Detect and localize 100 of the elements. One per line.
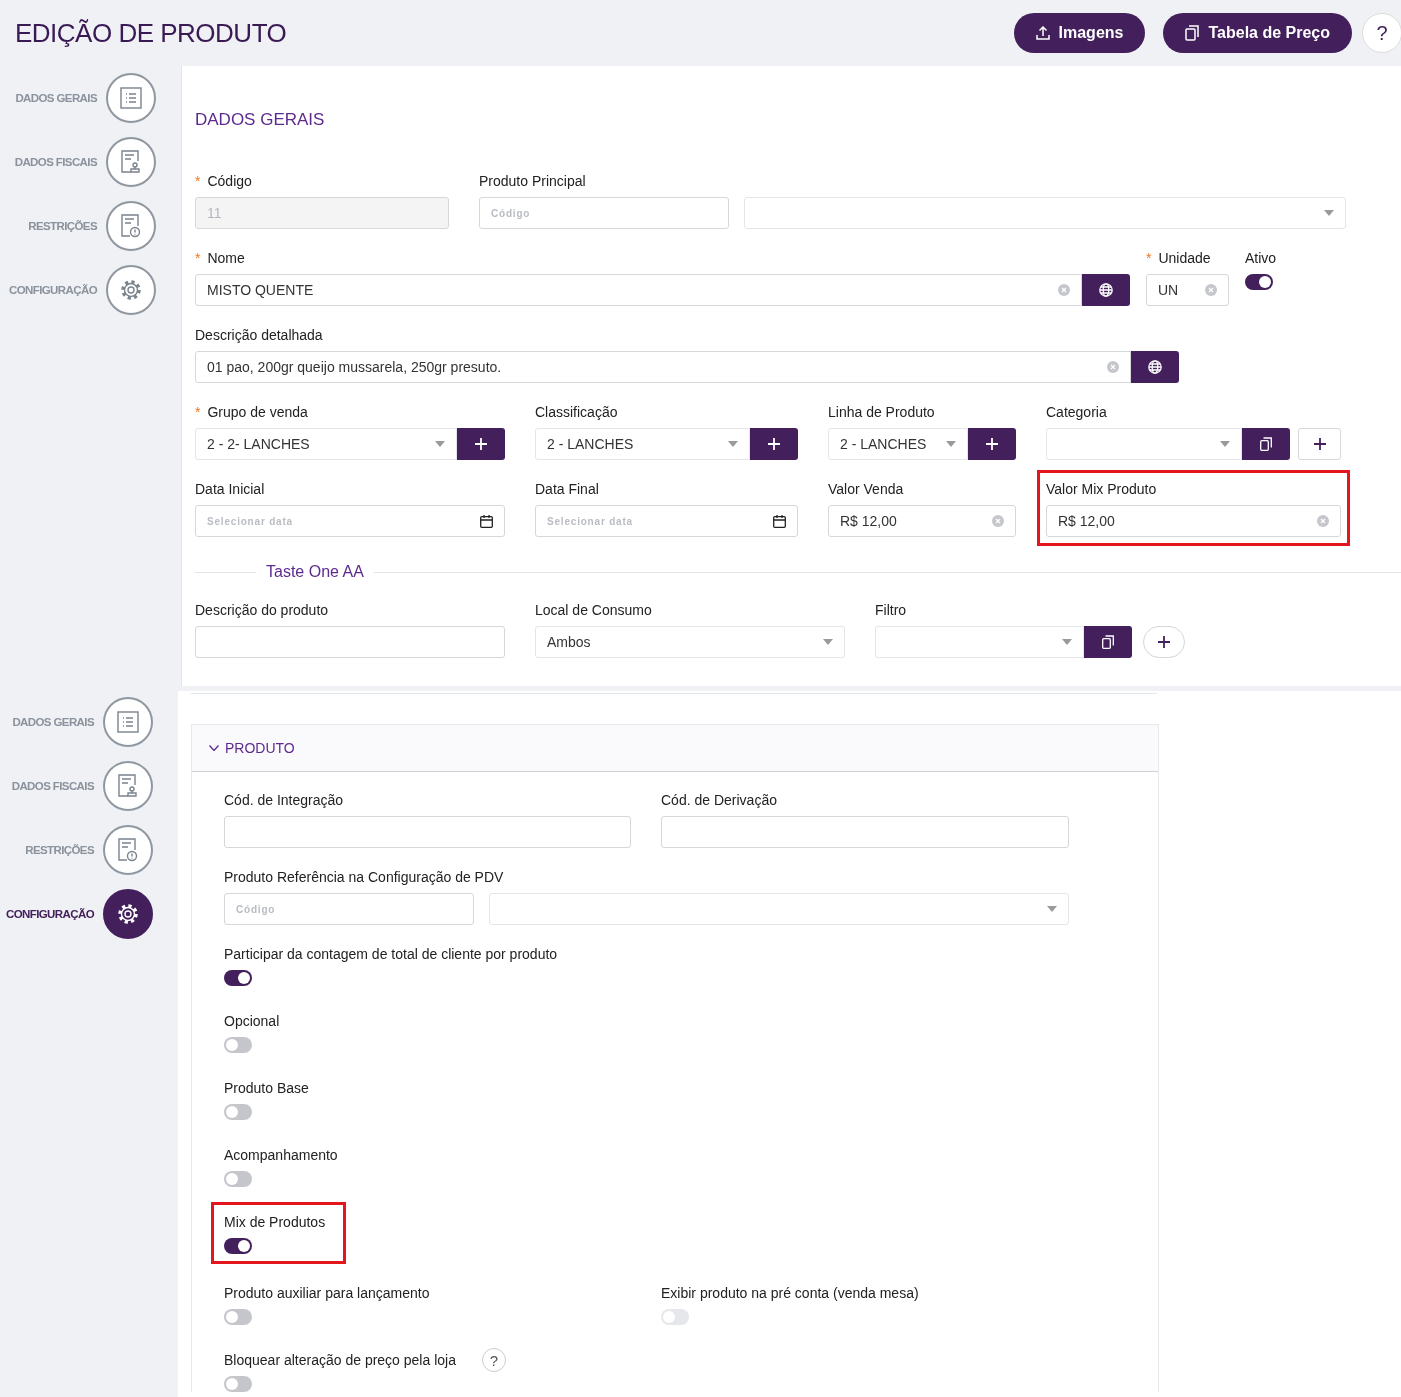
- text-field[interactable]: [224, 816, 631, 848]
- toggle-switch[interactable]: [224, 1104, 252, 1120]
- field-label: Data Inicial: [195, 481, 265, 497]
- upload-icon: [1035, 26, 1050, 40]
- caret-icon: [1324, 210, 1334, 216]
- accordion-header[interactable]: PRODUTO: [192, 725, 1158, 772]
- add-button[interactable]: [968, 428, 1016, 460]
- text-field[interactable]: [195, 626, 505, 658]
- field-label: Ativo: [1245, 250, 1277, 266]
- field-label: Bloquear alteração de preço pela loja: [224, 1352, 456, 1368]
- text-field[interactable]: MISTO QUENTE: [195, 274, 1082, 306]
- field-label: Mix de Produtos: [224, 1214, 326, 1230]
- copy-icon: [1102, 635, 1114, 649]
- globe-icon: [1148, 360, 1162, 374]
- field-label: Data Final: [535, 481, 599, 497]
- caret-icon: [435, 441, 445, 447]
- select-field[interactable]: 2 - LANCHES: [828, 428, 968, 460]
- plus-icon: [1313, 438, 1326, 450]
- help-button[interactable]: ?: [481, 1348, 506, 1372]
- select-field[interactable]: 2 - 2- LANCHES: [195, 428, 457, 460]
- section-title: DADOS GERAIS: [195, 110, 326, 130]
- text-field[interactable]: [661, 816, 1069, 848]
- field-label: Produto auxiliar para lançamento: [224, 1285, 430, 1301]
- clear-icon[interactable]: [1058, 284, 1070, 296]
- field-label: Local de Consumo: [535, 602, 652, 618]
- plus-icon: [475, 438, 487, 450]
- clear-icon[interactable]: [1107, 361, 1119, 373]
- globe-icon: [1099, 283, 1113, 297]
- caret-icon: [946, 441, 956, 447]
- field-label: Grupo de venda: [207, 404, 308, 420]
- clear-icon[interactable]: [992, 515, 1004, 527]
- field-label: Valor Mix Produto: [1046, 481, 1157, 497]
- select-field[interactable]: [875, 626, 1084, 658]
- field-label: Descrição detalhada: [195, 327, 323, 343]
- chevron-icon: [209, 745, 219, 751]
- document-stamp-icon: [117, 774, 139, 798]
- select-field[interactable]: [489, 893, 1069, 925]
- document-stamp-icon: [120, 150, 142, 174]
- calendar-icon: [773, 514, 786, 528]
- toggle-switch[interactable]: [224, 1309, 252, 1325]
- required-asterisk: *: [195, 173, 201, 189]
- sidebar-item[interactable]: CONFIGURAÇÃO: [0, 889, 178, 939]
- field-label: Descrição do produto: [195, 602, 329, 618]
- text-field[interactable]: 01 pao, 200gr queijo mussarela, 250gr presuto.: [195, 351, 1131, 383]
- caret-icon: [728, 441, 738, 447]
- clear-icon[interactable]: [1205, 284, 1217, 296]
- field-label: Exibir produto na pré conta (venda mesa): [661, 1285, 919, 1301]
- calendar-icon: [480, 514, 493, 528]
- list-icon: [120, 87, 142, 109]
- upload-button[interactable]: Imagens: [1013, 13, 1146, 53]
- document-alert-icon: [117, 838, 139, 862]
- translate-button[interactable]: [1082, 274, 1130, 306]
- field-label: Filtro: [875, 602, 907, 618]
- copy-button[interactable]: [1084, 626, 1132, 658]
- field-label: Participar da contagem de total de cliente por produto: [224, 946, 558, 962]
- select-field[interactable]: [1046, 428, 1242, 460]
- text-field[interactable]: R$ 12,00: [1046, 505, 1341, 537]
- plus-icon: [1158, 636, 1170, 648]
- field-label: Acompanhamento: [224, 1147, 338, 1163]
- add-button[interactable]: [1143, 626, 1185, 658]
- toggle-switch[interactable]: [224, 970, 252, 986]
- field-label: Nome: [207, 250, 245, 266]
- field-label: Classificação: [535, 404, 618, 420]
- field-label: Linha de Produto: [828, 404, 935, 420]
- add-button[interactable]: [750, 428, 798, 460]
- toggle-switch[interactable]: [224, 1037, 252, 1053]
- toggle-switch[interactable]: [1245, 274, 1273, 290]
- field-label: Cód. de Integração: [224, 792, 344, 808]
- field-label: Produto Referência na Configuração de PDV: [224, 869, 504, 885]
- toggle-switch[interactable]: [224, 1171, 252, 1187]
- select-field[interactable]: Ambos: [535, 626, 845, 658]
- text-field[interactable]: R$ 12,00: [828, 505, 1016, 537]
- copy-button[interactable]: [1242, 428, 1290, 460]
- text-field[interactable]: UN: [1146, 274, 1229, 306]
- field-label: Valor Venda: [828, 481, 904, 497]
- caret-icon: [1220, 441, 1230, 447]
- plus-icon: [768, 438, 780, 450]
- add-button[interactable]: [1298, 428, 1341, 460]
- toggle-switch[interactable]: [224, 1376, 252, 1392]
- field-label: Categoria: [1046, 404, 1107, 420]
- document-alert-icon: [120, 214, 142, 238]
- group-title: Taste One AA: [266, 563, 364, 581]
- caret-icon: [823, 639, 833, 645]
- toggle-switch[interactable]: [224, 1238, 252, 1254]
- required-asterisk: *: [195, 404, 201, 420]
- add-button[interactable]: [457, 428, 505, 460]
- copy-icon: [1260, 437, 1272, 451]
- select-field[interactable]: 2 - LANCHES: [535, 428, 750, 460]
- required-asterisk: *: [195, 250, 201, 266]
- help-button[interactable]: ?: [1362, 13, 1401, 53]
- copy-icon: [1185, 25, 1200, 41]
- clear-icon[interactable]: [1317, 515, 1329, 527]
- field-label: Produto Base: [224, 1080, 309, 1096]
- caret-icon: [1047, 906, 1057, 912]
- field-label: Opcional: [224, 1013, 280, 1029]
- settings-icon: [116, 902, 140, 926]
- select-field[interactable]: [744, 197, 1346, 229]
- translate-button[interactable]: [1131, 351, 1179, 383]
- price-table-button[interactable]: Tabela de Preço: [1163, 13, 1352, 53]
- field-label: Cód. de Derivação: [661, 792, 777, 808]
